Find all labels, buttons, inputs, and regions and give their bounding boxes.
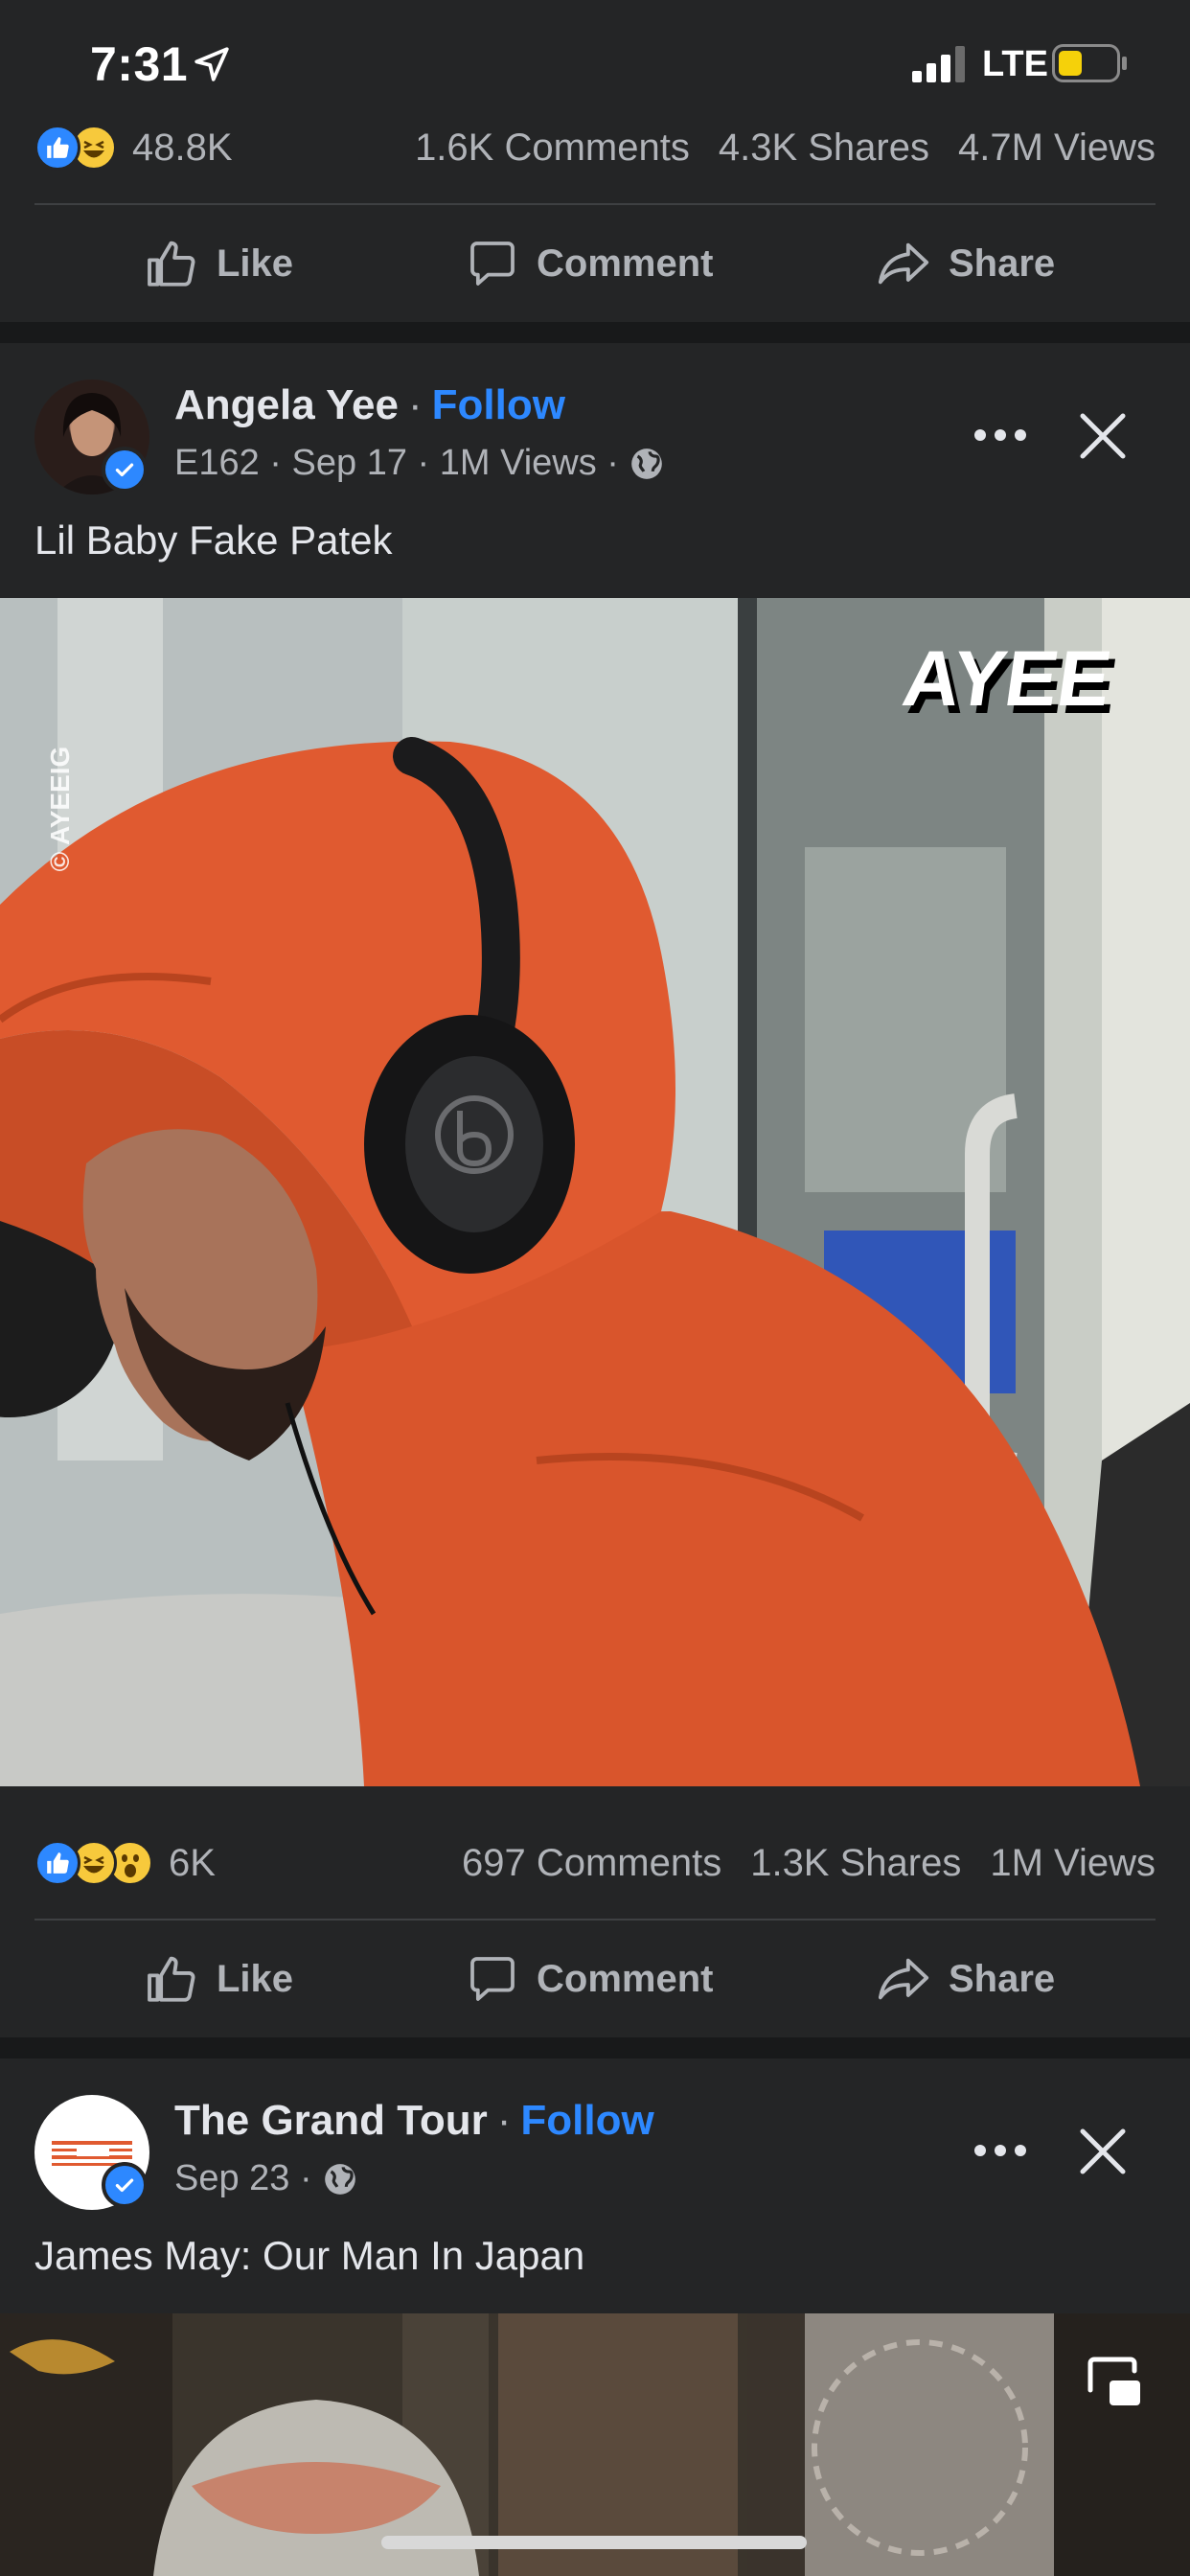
reactions-summary[interactable]: 6K [34,1825,216,1901]
share-button[interactable]: Share [876,1926,1055,2032]
post-author-line: Angela Yee · Follow [174,381,565,429]
like-label: Like [217,1957,294,2000]
post-meta: Sep 23 · [174,2158,358,2199]
status-bar: 7:31 LTE [0,0,1190,115]
shares-count[interactable]: 4.3K Shares [719,126,929,170]
channel-logo: AYEE AYEE [898,634,1122,730]
status-time: 7:31 [90,37,189,91]
engagement-counts: 697 Comments 1.3K Shares 1M Views [433,1825,1156,1901]
like-button[interactable]: Like [144,1926,293,2032]
location-arrow-icon [192,44,232,89]
post-author-line: The Grand Tour · Follow [174,2097,654,2145]
like-label: Like [217,242,294,285]
comment-bubble-icon [470,242,515,286]
separator-dot: · [496,2097,512,2144]
reaction-count: 6K [169,1841,216,1884]
author-name[interactable]: The Grand Tour [174,2097,488,2145]
action-bar: Like Comment Share [0,1926,1190,2032]
post-meta-text: Sep 23 · [174,2158,312,2198]
like-button[interactable]: Like [144,211,293,316]
separator-dot: · [408,381,423,428]
close-icon [1080,413,1126,459]
post-meta-text: E162 · Sep 17 · 1M Views · [174,443,619,483]
more-options-button[interactable] [962,2122,1039,2179]
share-arrow-icon [878,242,929,285]
post-meta: E162 · Sep 17 · 1M Views · [174,443,665,484]
share-button[interactable]: Share [876,211,1055,316]
hide-post-button[interactable] [1069,2118,1136,2185]
divider [34,203,1156,205]
reactions-summary[interactable]: 48.8K [34,109,233,186]
like-reaction-icon [34,125,80,171]
like-reaction-icon [34,1840,80,1886]
comment-button[interactable]: Comment [466,1926,713,2032]
comment-label: Comment [537,1957,714,2000]
post-caption: James May: Our Man In Japan [34,2233,585,2278]
thumbs-up-icon [148,241,195,287]
more-options-button[interactable] [962,406,1039,464]
close-icon [1080,2128,1126,2174]
follow-button[interactable]: Follow [432,381,565,429]
battery-icon [1052,44,1129,87]
video-frame: © AYEEIG AYEE AYEE [0,598,1190,1786]
carrier-label: LTE [982,44,1048,84]
post-stats-row: 48.8K 1.6K Comments 4.3K Shares 4.7M Vie… [34,109,1156,186]
feed-separator [0,2037,1190,2058]
engagement-counts: 1.6K Comments 4.3K Shares 4.7M Views [386,109,1156,186]
hide-post-button[interactable] [1069,402,1136,470]
divider [34,1919,1156,1920]
video-player[interactable]: © AYEEIG AYEE AYEE [0,598,1190,1786]
comment-button[interactable]: Comment [466,211,713,316]
comments-count[interactable]: 697 Comments [462,1842,721,1885]
picture-in-picture-button[interactable] [1085,2352,1146,2413]
share-arrow-icon [878,1958,929,2000]
home-indicator[interactable] [381,2536,807,2549]
follow-button[interactable]: Follow [520,2097,653,2145]
comment-bubble-icon [470,1957,515,2001]
picture-in-picture-icon [1087,2357,1140,2405]
post-caption: Lil Baby Fake Patek [34,518,393,563]
shares-count[interactable]: 1.3K Shares [750,1842,961,1885]
thumbs-up-icon [148,1956,195,2002]
author-name[interactable]: Angela Yee [174,381,399,429]
globe-icon [324,2163,355,2195]
share-label: Share [949,242,1056,285]
share-label: Share [949,1957,1056,2000]
cellular-signal-icon [912,46,970,87]
more-dots-icon [974,429,1026,441]
action-bar: Like Comment Share [0,211,1190,316]
video-watermark: © AYEEIG [45,747,75,872]
views-count[interactable]: 1M Views [990,1842,1156,1885]
comment-label: Comment [537,242,714,285]
reaction-count: 48.8K [132,126,233,169]
post-stats-row: 6K 697 Comments 1.3K Shares 1M Views [34,1825,1156,1901]
views-count[interactable]: 4.7M Views [958,126,1156,170]
globe-icon [631,448,662,479]
comments-count[interactable]: 1.6K Comments [415,126,690,170]
more-dots-icon [974,2145,1026,2156]
feed-separator [0,322,1190,343]
svg-text:AYEE: AYEE [898,634,1117,723]
verified-badge-icon [102,447,148,493]
verified-badge-icon [102,2162,148,2208]
